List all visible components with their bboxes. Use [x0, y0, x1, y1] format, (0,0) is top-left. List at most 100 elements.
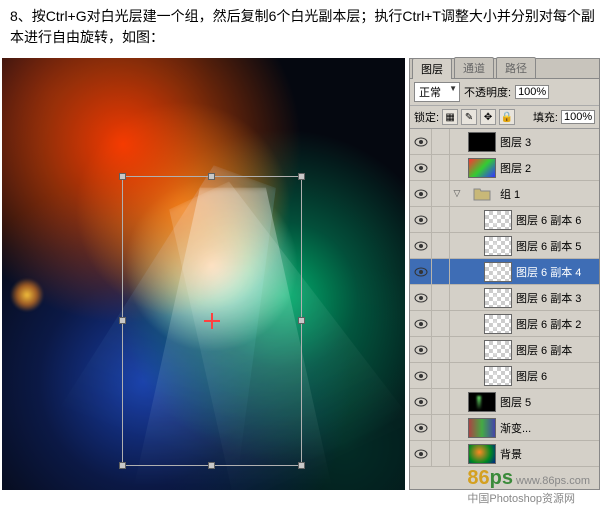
layer-link-col[interactable]	[432, 129, 450, 154]
transform-handle-tm[interactable]	[208, 173, 215, 180]
layer-visibility-toggle[interactable]	[410, 363, 432, 388]
layer-visibility-toggle[interactable]	[410, 259, 432, 284]
visibility-eye-icon[interactable]	[414, 371, 428, 381]
layer-name-label[interactable]: 图层 6 副本 2	[516, 316, 581, 332]
layer-visibility-toggle[interactable]	[410, 389, 432, 414]
transform-handle-bm[interactable]	[208, 462, 215, 469]
layer-link-col[interactable]	[432, 389, 450, 414]
visibility-eye-icon[interactable]	[414, 397, 428, 407]
visibility-eye-icon[interactable]	[414, 267, 428, 277]
transform-center-point[interactable]	[204, 313, 220, 329]
visibility-eye-icon[interactable]	[414, 163, 428, 173]
layer-thumbnail[interactable]	[484, 340, 512, 360]
lock-position-button[interactable]: ✥	[480, 109, 496, 125]
layer-row[interactable]: 图层 6 副本 4	[410, 259, 599, 285]
layer-name-label[interactable]: 图层 6 副本 5	[516, 238, 581, 254]
layer-name-label[interactable]: 图层 5	[500, 394, 531, 410]
layer-link-col[interactable]	[432, 337, 450, 362]
layer-visibility-toggle[interactable]	[410, 337, 432, 362]
layer-name-label[interactable]: 渐变...	[500, 420, 531, 436]
layer-name-label[interactable]: 组 1	[500, 186, 520, 202]
layer-visibility-toggle[interactable]	[410, 441, 432, 466]
layer-row[interactable]: 背景	[410, 441, 599, 467]
visibility-eye-icon[interactable]	[414, 345, 428, 355]
layer-link-col[interactable]	[432, 285, 450, 310]
layer-row[interactable]: 图层 3	[410, 129, 599, 155]
layer-name-label[interactable]: 图层 6 副本 6	[516, 212, 581, 228]
blend-mode-dropdown[interactable]: 正常	[414, 82, 460, 102]
layer-link-col[interactable]	[432, 363, 450, 388]
visibility-eye-icon[interactable]	[414, 319, 428, 329]
layer-thumbnail[interactable]	[484, 366, 512, 386]
transform-handle-tl[interactable]	[119, 173, 126, 180]
layer-row[interactable]: 图层 6 副本 3	[410, 285, 599, 311]
layer-thumbnail[interactable]	[468, 418, 496, 438]
layer-visibility-toggle[interactable]	[410, 285, 432, 310]
layer-row[interactable]: 图层 6 副本 6	[410, 207, 599, 233]
layer-thumbnail[interactable]	[468, 132, 496, 152]
layer-name-label[interactable]: 图层 3	[500, 134, 531, 150]
layer-link-col[interactable]	[432, 259, 450, 284]
layer-link-col[interactable]	[432, 441, 450, 466]
tab-paths[interactable]: 路径	[496, 57, 536, 78]
layer-name-label[interactable]: 图层 6 副本 3	[516, 290, 581, 306]
visibility-eye-icon[interactable]	[414, 137, 428, 147]
layer-link-col[interactable]	[432, 155, 450, 180]
layer-row[interactable]: 图层 6 副本 2	[410, 311, 599, 337]
layer-thumbnail[interactable]	[468, 392, 496, 412]
layer-thumbnail[interactable]	[484, 236, 512, 256]
canvas[interactable]	[2, 58, 405, 490]
layer-row[interactable]: 图层 2	[410, 155, 599, 181]
layer-row[interactable]: 图层 6	[410, 363, 599, 389]
free-transform-bounding-box[interactable]	[122, 176, 302, 466]
lock-transparency-button[interactable]: ▦	[442, 109, 458, 125]
visibility-eye-icon[interactable]	[414, 215, 428, 225]
visibility-eye-icon[interactable]	[414, 423, 428, 433]
transform-handle-bl[interactable]	[119, 462, 126, 469]
layer-visibility-toggle[interactable]	[410, 155, 432, 180]
layer-thumbnail[interactable]	[484, 210, 512, 230]
layer-name-label[interactable]: 图层 6 副本	[516, 342, 572, 358]
layer-visibility-toggle[interactable]	[410, 181, 432, 206]
layer-link-col[interactable]	[432, 415, 450, 440]
opacity-input[interactable]: 100%	[515, 85, 549, 99]
layer-link-col[interactable]	[432, 233, 450, 258]
layer-visibility-toggle[interactable]	[410, 233, 432, 258]
visibility-eye-icon[interactable]	[414, 189, 428, 199]
layer-row[interactable]: 图层 6 副本 5	[410, 233, 599, 259]
transform-handle-ml[interactable]	[119, 317, 126, 324]
layer-thumbnail[interactable]	[468, 158, 496, 178]
layer-visibility-toggle[interactable]	[410, 129, 432, 154]
layer-link-col[interactable]	[432, 181, 450, 206]
layers-list[interactable]: 图层 3 图层 2 ▽ 组 1 图层 6 副本 6 图层 6 副本 5 图层 6 副本 4 图…	[410, 129, 599, 489]
layer-row[interactable]: 图层 5	[410, 389, 599, 415]
layer-link-col[interactable]	[432, 207, 450, 232]
layer-thumbnail[interactable]	[484, 288, 512, 308]
visibility-eye-icon[interactable]	[414, 241, 428, 251]
layer-name-label[interactable]: 图层 6 副本 4	[516, 264, 581, 280]
visibility-eye-icon[interactable]	[414, 293, 428, 303]
layer-visibility-toggle[interactable]	[410, 207, 432, 232]
layer-name-label[interactable]: 图层 6	[516, 368, 547, 384]
lock-pixels-button[interactable]: ✎	[461, 109, 477, 125]
layer-row[interactable]: ▽ 组 1	[410, 181, 599, 207]
visibility-eye-icon[interactable]	[414, 449, 428, 459]
layer-expand-toggle[interactable]: ▽	[450, 188, 464, 199]
tab-channels[interactable]: 通道	[454, 57, 494, 78]
transform-handle-tr[interactable]	[298, 173, 305, 180]
layer-link-col[interactable]	[432, 311, 450, 336]
layer-name-label[interactable]: 背景	[500, 446, 522, 462]
transform-handle-br[interactable]	[298, 462, 305, 469]
layer-row[interactable]: 图层 6 副本	[410, 337, 599, 363]
fill-input[interactable]: 100%	[561, 110, 595, 124]
tab-layers[interactable]: 图层	[412, 58, 452, 79]
lock-all-button[interactable]: 🔒	[499, 109, 515, 125]
layer-thumbnail[interactable]	[484, 262, 512, 282]
layer-visibility-toggle[interactable]	[410, 415, 432, 440]
layer-row[interactable]: 渐变...	[410, 415, 599, 441]
layer-thumbnail[interactable]	[468, 444, 496, 464]
layer-name-label[interactable]: 图层 2	[500, 160, 531, 176]
layer-visibility-toggle[interactable]	[410, 311, 432, 336]
transform-handle-mr[interactable]	[298, 317, 305, 324]
layer-thumbnail[interactable]	[484, 314, 512, 334]
